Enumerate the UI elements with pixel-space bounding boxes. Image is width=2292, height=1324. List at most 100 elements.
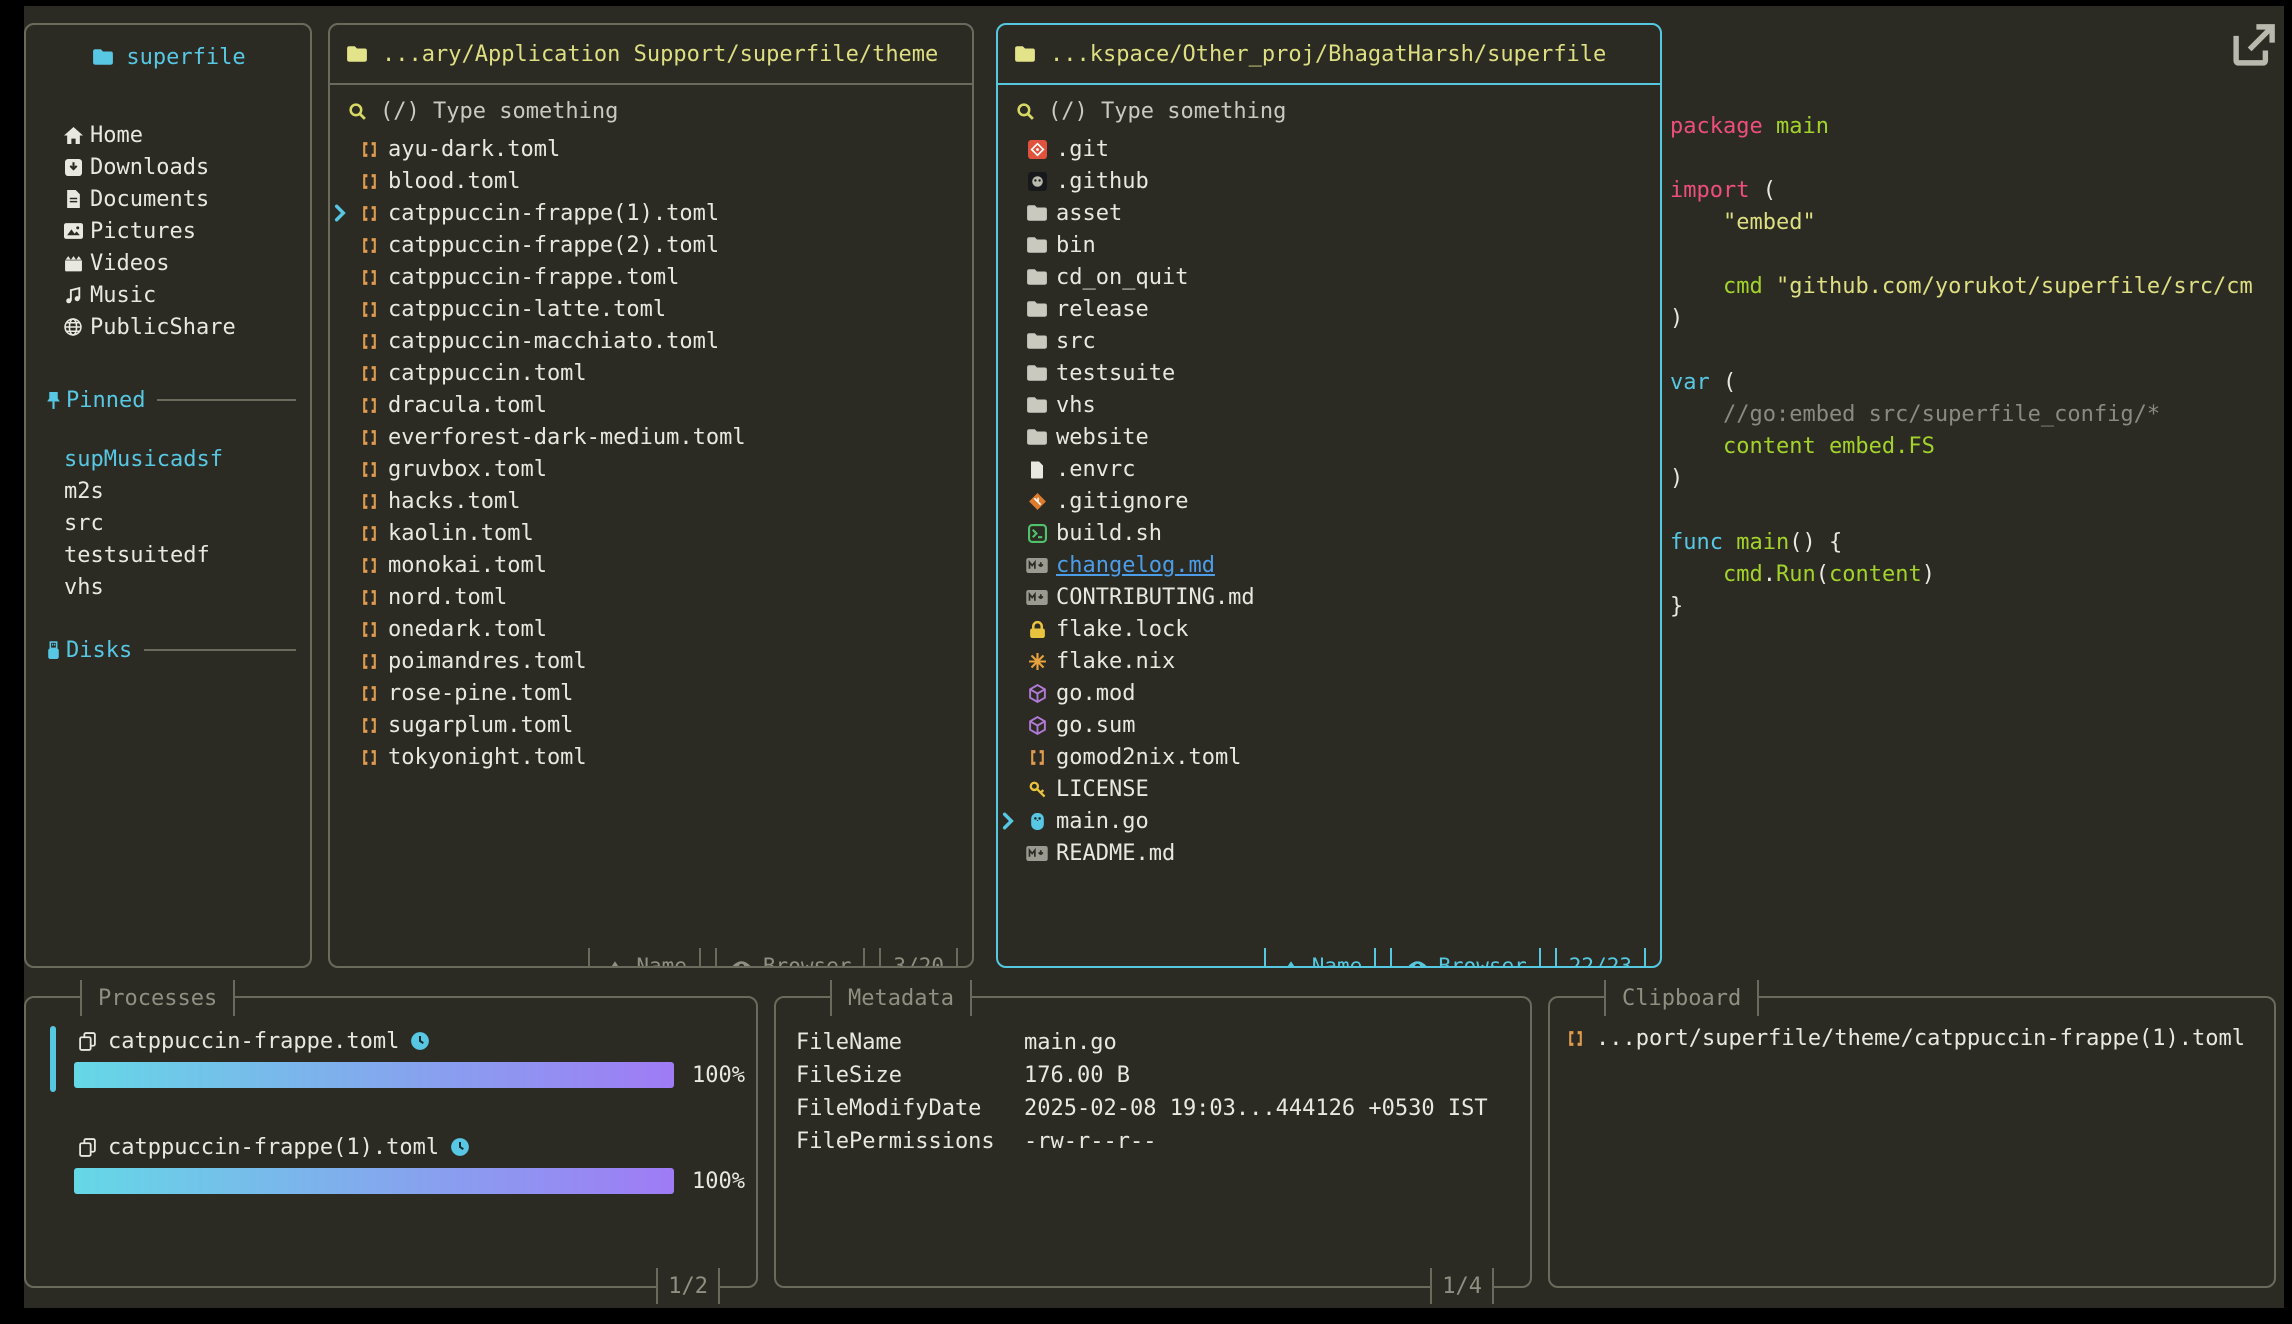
video-icon <box>60 255 86 272</box>
markdown-icon <box>1024 846 1050 861</box>
code-line: var ( <box>1670 367 2284 399</box>
file-name: main.go <box>1056 809 1149 834</box>
file-row-dracula.toml[interactable]: dracula.toml <box>330 389 972 421</box>
file-row-main.go[interactable]: main.go <box>998 805 1660 837</box>
file-list: ayu-dark.tomlblood.tomlcatppuccin-frappe… <box>330 133 972 773</box>
file-row-src[interactable]: src <box>998 325 1660 357</box>
file-row-catppuccin-latte.toml[interactable]: catppuccin-latte.toml <box>330 293 972 325</box>
file-row-README.md[interactable]: README.md <box>998 837 1660 869</box>
file-name: poimandres.toml <box>388 649 587 674</box>
file-row-testsuite[interactable]: testsuite <box>998 357 1660 389</box>
sidebar-items: HomeDownloadsDocumentsPicturesVideosMusi… <box>40 119 296 343</box>
file-name: hacks.toml <box>388 489 520 514</box>
gopkg-icon <box>1024 684 1050 703</box>
pinned-item-src[interactable]: src <box>40 507 296 539</box>
file-name: flake.lock <box>1056 617 1188 642</box>
git-icon <box>1024 140 1050 159</box>
toml-icon <box>356 652 382 671</box>
file-row-release[interactable]: release <box>998 293 1660 325</box>
search-input[interactable]: (/) Type something <box>330 91 972 131</box>
file-name: catppuccin-latte.toml <box>388 297 666 322</box>
download-icon <box>60 159 86 176</box>
file-name: go.mod <box>1056 681 1135 706</box>
shell-icon <box>1024 524 1050 543</box>
file-row-tokyonight.toml[interactable]: tokyonight.toml <box>330 741 972 773</box>
file-row-LICENSE[interactable]: LICENSE <box>998 773 1660 805</box>
folder-icon <box>1024 236 1050 254</box>
sidebar-item-home[interactable]: Home <box>40 119 296 151</box>
progress-bar <box>74 1168 674 1194</box>
sidebar-item-videos[interactable]: Videos <box>40 247 296 279</box>
file-name: .github <box>1056 169 1149 194</box>
code-line <box>1670 239 2284 271</box>
disks-header-label: Disks <box>66 638 132 663</box>
sidebar-item-downloads[interactable]: Downloads <box>40 151 296 183</box>
file-row-flake.lock[interactable]: flake.lock <box>998 613 1660 645</box>
pinned-item-label: vhs <box>64 575 104 600</box>
file-row-blood.toml[interactable]: blood.toml <box>330 165 972 197</box>
folder-icon <box>1024 204 1050 222</box>
search-input[interactable]: (/) Type something <box>998 91 1660 131</box>
file-row-.gitignore[interactable]: .gitignore <box>998 485 1660 517</box>
sidebar-item-documents[interactable]: Documents <box>40 183 296 215</box>
position-label: 22/23 <box>1569 954 1632 968</box>
pinned-item-vhs[interactable]: vhs <box>40 571 296 603</box>
folder-icon <box>90 48 116 66</box>
file-row-onedark.toml[interactable]: onedark.toml <box>330 613 972 645</box>
file-row-bin[interactable]: bin <box>998 229 1660 261</box>
pinned-item-testsuitedf[interactable]: testsuitedf <box>40 539 296 571</box>
file-row-catppuccin-macchiato.toml[interactable]: catppuccin-macchiato.toml <box>330 325 972 357</box>
folder-icon <box>1012 45 1038 63</box>
file-row-gomod2nix.toml[interactable]: gomod2nix.toml <box>998 741 1660 773</box>
file-row-changelog.md[interactable]: changelog.md <box>998 549 1660 581</box>
code-line: func main() { <box>1670 527 2284 559</box>
pinned-item-supmusicadsf[interactable]: supMusicadsf <box>40 443 296 475</box>
file-row-gruvbox.toml[interactable]: gruvbox.toml <box>330 453 972 485</box>
file-row-catppuccin-frappe(2).toml[interactable]: catppuccin-frappe(2).toml <box>330 229 972 261</box>
file-row-vhs[interactable]: vhs <box>998 389 1660 421</box>
app-title: superfile <box>40 35 296 79</box>
file-row-CONTRIBUTING.md[interactable]: CONTRIBUTING.md <box>998 581 1660 613</box>
sidebar-item-publicshare[interactable]: PublicShare <box>40 311 296 343</box>
file-row-catppuccin-frappe.toml[interactable]: catppuccin-frappe.toml <box>330 261 972 293</box>
file-row-go.mod[interactable]: go.mod <box>998 677 1660 709</box>
file-row-asset[interactable]: asset <box>998 197 1660 229</box>
clipboard-item-name: ...port/superfile/theme/catppuccin-frapp… <box>1596 1026 2245 1051</box>
sidebar-item-music[interactable]: Music <box>40 279 296 311</box>
file-name: catppuccin.toml <box>388 361 587 386</box>
file-row-catppuccin.toml[interactable]: catppuccin.toml <box>330 357 972 389</box>
file-row-everforest-dark-medium.toml[interactable]: everforest-dark-medium.toml <box>330 421 972 453</box>
process-name: catppuccin-frappe.toml <box>108 1029 399 1054</box>
pinned-item-m2s[interactable]: m2s <box>40 475 296 507</box>
file-row-nord.toml[interactable]: nord.toml <box>330 581 972 613</box>
file-row-ayu-dark.toml[interactable]: ayu-dark.toml <box>330 133 972 165</box>
progress-bar <box>74 1062 674 1088</box>
pin-icon <box>40 391 66 410</box>
file-row-go.sum[interactable]: go.sum <box>998 709 1660 741</box>
file-row-sugarplum.toml[interactable]: sugarplum.toml <box>330 709 972 741</box>
sidebar-item-pictures[interactable]: Pictures <box>40 215 296 247</box>
panel-path-bar: ...kspace/Other_proj/BhagatHarsh/superfi… <box>998 25 1660 85</box>
file-row-catppuccin-frappe(1).toml[interactable]: catppuccin-frappe(1).toml <box>330 197 972 229</box>
file-row-hacks.toml[interactable]: hacks.toml <box>330 485 972 517</box>
file-row-kaolin.toml[interactable]: kaolin.toml <box>330 517 972 549</box>
file-name: ayu-dark.toml <box>388 137 560 162</box>
file-row-rose-pine.toml[interactable]: rose-pine.toml <box>330 677 972 709</box>
file-row-cd_on_quit[interactable]: cd_on_quit <box>998 261 1660 293</box>
file-row-.git[interactable]: .git <box>998 133 1660 165</box>
file-row-build.sh[interactable]: build.sh <box>998 517 1660 549</box>
file-name: asset <box>1056 201 1122 226</box>
toml-icon <box>356 716 382 735</box>
metadata-label: FileModifyDate <box>776 1096 1024 1121</box>
folder-icon <box>344 45 370 63</box>
file-row-monokai.toml[interactable]: monokai.toml <box>330 549 972 581</box>
file-row-.envrc[interactable]: .envrc <box>998 453 1660 485</box>
pinned-item-label: testsuitedf <box>64 543 210 568</box>
file-row-website[interactable]: website <box>998 421 1660 453</box>
external-link-icon[interactable] <box>2226 19 2280 73</box>
file-row-flake.nix[interactable]: flake.nix <box>998 645 1660 677</box>
pinned-items: supMusicadsfm2ssrc testsuitedf vhs <box>40 443 296 603</box>
file-row-.github[interactable]: .github <box>998 165 1660 197</box>
file-row-poimandres.toml[interactable]: poimandres.toml <box>330 645 972 677</box>
clock-icon <box>407 1031 433 1051</box>
